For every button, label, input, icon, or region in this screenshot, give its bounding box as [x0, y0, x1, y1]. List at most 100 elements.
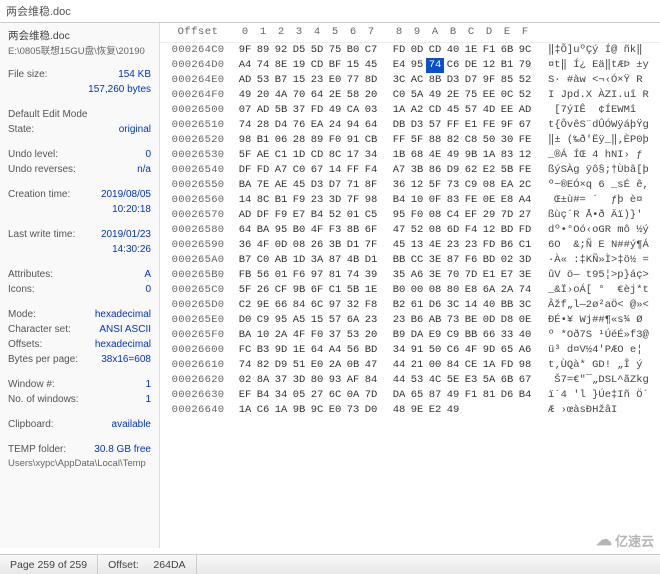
ascii-cell[interactable]: ­[7ýIÊ ¢ÍEWMî­ — [538, 103, 660, 118]
ascii-cell[interactable]: Š7=€"¯„DSL^ãZkg — [538, 373, 660, 388]
hex-byte[interactable]: 6C — [326, 388, 344, 403]
hex-byte[interactable]: 0D — [408, 43, 426, 58]
hex-byte[interactable]: FD — [308, 103, 326, 118]
hex-row[interactable]: 000265107428D476EA249464DBD357FFE1FE9F67… — [160, 118, 660, 133]
hex-bytes[interactable]: FCB39D1E64A456BD349150C64F9D65A6 — [236, 343, 538, 358]
hex-byte[interactable]: D8 — [498, 313, 516, 328]
hex-byte[interactable]: CD — [426, 103, 444, 118]
hex-row[interactable]: 000265305FAEC11DCD8C17341B684E499B1A8312… — [160, 148, 660, 163]
hex-byte[interactable]: 8A — [254, 373, 272, 388]
hex-byte[interactable]: 1E — [290, 343, 308, 358]
ascii-cell[interactable]: º *Oð7S ¹ÚéÉ»f3@ — [538, 328, 660, 343]
hex-byte[interactable]: 14 — [462, 298, 480, 313]
hex-byte[interactable]: 8B — [344, 223, 362, 238]
hex-byte[interactable]: 0E — [516, 313, 534, 328]
hex-byte[interactable]: 95 — [272, 223, 290, 238]
hex-byte[interactable]: 48 — [390, 403, 408, 418]
hex-byte[interactable]: BD — [498, 223, 516, 238]
hex-byte[interactable]: E1 — [462, 118, 480, 133]
hex-byte[interactable]: 23 — [462, 238, 480, 253]
hex-byte[interactable]: 5B — [498, 163, 516, 178]
hex-bytes[interactable]: 364F0D08263BD17F45134E2323FDB6C1 — [236, 238, 538, 253]
hex-byte[interactable]: 9D — [480, 343, 498, 358]
hex-byte[interactable]: C1 — [272, 148, 290, 163]
hex-byte[interactable]: 30 — [498, 133, 516, 148]
hex-byte[interactable]: BB — [498, 298, 516, 313]
hex-byte[interactable]: 65 — [498, 343, 516, 358]
hex-byte[interactable]: 87 — [444, 253, 462, 268]
hex-byte[interactable]: BE — [462, 313, 480, 328]
hex-byte[interactable]: E7 — [498, 268, 516, 283]
hex-byte[interactable]: 24 — [326, 118, 344, 133]
hex-byte[interactable]: 12 — [480, 223, 498, 238]
hex-byte[interactable]: C0 — [390, 88, 408, 103]
hex-byte[interactable]: D0 — [236, 313, 254, 328]
hex-byte[interactable]: D3 — [444, 73, 462, 88]
hex-byte[interactable]: EF — [236, 388, 254, 403]
hex-byte[interactable]: AB — [426, 313, 444, 328]
hex-byte[interactable]: E1 — [480, 268, 498, 283]
hex-byte[interactable]: 7F — [362, 238, 380, 253]
hex-byte[interactable]: 34 — [272, 388, 290, 403]
hex-row[interactable]: 0002652098B1062889F091CBFF5F8882C85030FE… — [160, 133, 660, 148]
hex-byte[interactable]: 50 — [426, 343, 444, 358]
hex-byte[interactable]: 76 — [290, 118, 308, 133]
hex-byte[interactable]: 37 — [272, 373, 290, 388]
hex-row[interactable]: 00026550BA7EAE45D3D7718F36125F73C908EA2C… — [160, 178, 660, 193]
hex-byte[interactable]: 64 — [308, 343, 326, 358]
hex-byte[interactable]: 3C — [390, 73, 408, 88]
hex-byte[interactable]: 9E — [254, 298, 272, 313]
hex-byte[interactable]: 4F — [290, 328, 308, 343]
hex-byte[interactable]: 1D — [290, 148, 308, 163]
hex-byte[interactable]: CC — [408, 253, 426, 268]
hex-byte[interactable]: 15 — [344, 58, 362, 73]
hex-byte[interactable]: CB — [362, 133, 380, 148]
hex-byte[interactable]: E4 — [390, 58, 408, 73]
hex-byte[interactable]: D3 — [308, 178, 326, 193]
hex-byte[interactable]: FD — [480, 238, 498, 253]
hex-byte[interactable]: 9D — [272, 343, 290, 358]
hex-byte[interactable]: B7 — [272, 73, 290, 88]
hex-byte[interactable]: 5F — [426, 178, 444, 193]
hex-byte[interactable]: AD — [516, 103, 534, 118]
hex-byte[interactable]: 23 — [362, 313, 380, 328]
hex-byte[interactable]: 08 — [290, 238, 308, 253]
hex-byte[interactable]: B6 — [408, 313, 426, 328]
hex-byte[interactable]: C9 — [462, 178, 480, 193]
hex-byte[interactable]: 23 — [308, 193, 326, 208]
hex-byte[interactable]: 3D — [516, 253, 534, 268]
hex-byte[interactable]: A7 — [272, 163, 290, 178]
hex-byte[interactable]: A7 — [390, 163, 408, 178]
hex-byte[interactable]: 97 — [308, 268, 326, 283]
hex-byte[interactable]: D9 — [444, 163, 462, 178]
hex-byte[interactable]: 12 — [408, 178, 426, 193]
hex-byte[interactable]: 8E — [272, 58, 290, 73]
ascii-cell[interactable]: ßýSÀg ÿô§;†Ùbâ[þ — [538, 163, 660, 178]
hex-bytes[interactable]: 5F26CF9B6FC15B1EB0000880E86A2A74 — [236, 283, 538, 298]
hex-byte[interactable]: 4F — [254, 238, 272, 253]
ascii-cell[interactable]: Æ ›œàsÐHžâI — [538, 403, 660, 418]
hex-byte[interactable]: FD — [516, 223, 534, 238]
hex-byte[interactable]: 29 — [480, 208, 498, 223]
hex-byte[interactable]: 2A — [272, 328, 290, 343]
hex-byte[interactable]: 50 — [480, 133, 498, 148]
hex-byte[interactable]: 35 — [390, 268, 408, 283]
hex-byte[interactable]: 1E — [462, 43, 480, 58]
hex-byte[interactable]: A6 — [516, 343, 534, 358]
hex-byte[interactable]: 6F — [308, 283, 326, 298]
hex-byte[interactable]: B0 — [290, 223, 308, 238]
hex-bytes[interactable]: 98B1062889F091CBFF5F8882C85030FE — [236, 133, 538, 148]
hex-byte[interactable]: C5 — [362, 208, 380, 223]
hex-byte[interactable]: AD — [254, 103, 272, 118]
ascii-cell[interactable]: ­S· #àw <¬‹Ó×Ÿ R — [538, 73, 660, 88]
hex-byte[interactable]: F9 — [272, 208, 290, 223]
hex-byte[interactable]: 1E — [362, 283, 380, 298]
hex-byte[interactable]: 08 — [426, 208, 444, 223]
hex-byte[interactable]: 70 — [290, 88, 308, 103]
hex-byte[interactable]: C6 — [254, 403, 272, 418]
hex-byte[interactable]: E9 — [426, 328, 444, 343]
hex-byte[interactable]: EA — [308, 118, 326, 133]
hex-byte[interactable]: C9 — [444, 328, 462, 343]
hex-byte[interactable]: D9 — [272, 358, 290, 373]
hex-byte[interactable]: 49 — [444, 148, 462, 163]
